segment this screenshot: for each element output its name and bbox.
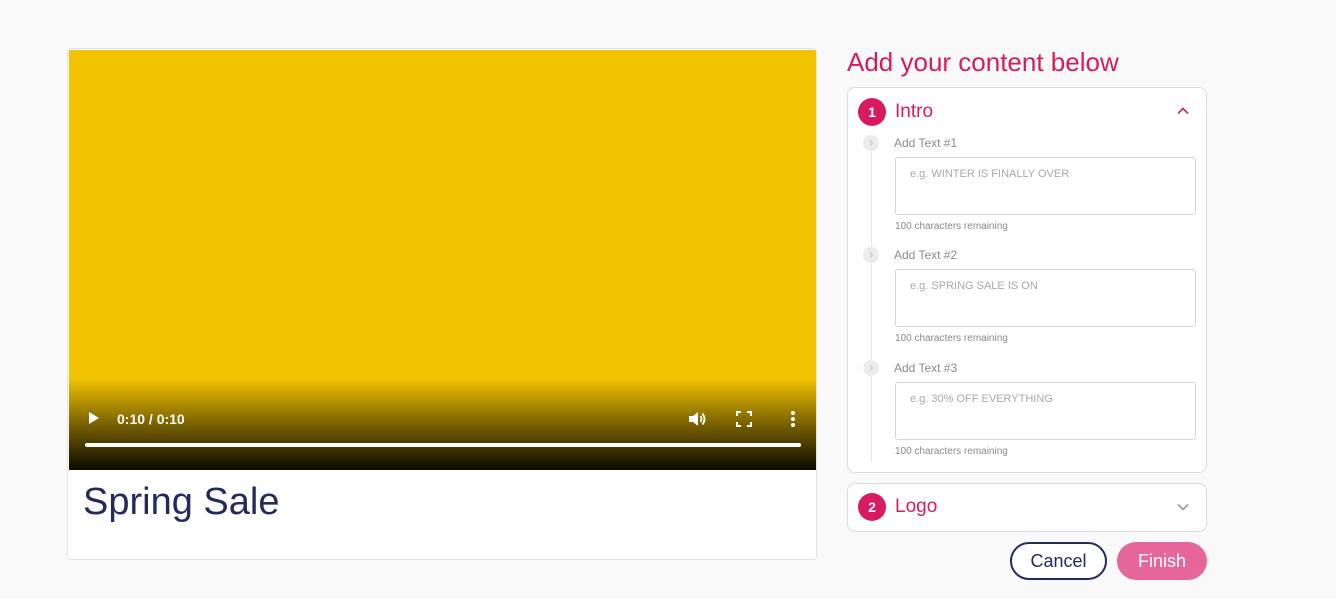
section-logo: 2 Logo — [847, 483, 1207, 532]
more-options-icon[interactable] — [785, 409, 801, 429]
preview-title: Spring Sale — [83, 481, 280, 523]
characters-remaining: 100 characters remaining — [895, 446, 1008, 457]
volume-icon[interactable] — [687, 409, 707, 429]
step-number-badge: 1 — [858, 98, 886, 126]
fullscreen-icon[interactable] — [735, 410, 753, 428]
field-label: Add Text #1 — [894, 136, 958, 150]
characters-remaining: 100 characters remaining — [895, 333, 1008, 344]
characters-remaining: 100 characters remaining — [895, 221, 1008, 232]
text-2-input[interactable] — [895, 269, 1196, 327]
chevron-right-icon — [863, 247, 879, 263]
field-label: Add Text #2 — [894, 248, 958, 262]
intro-field-3: Add Text #3 100 characters remaining — [848, 360, 1206, 470]
play-icon[interactable] — [86, 408, 102, 428]
video-controls: 0:10 / 0:10 — [69, 378, 816, 470]
preview-card: 0:10 / 0:10 Spring Sale — [67, 48, 817, 560]
section-title: Intro — [895, 101, 934, 122]
finish-button[interactable]: Finish — [1117, 542, 1207, 580]
panel-heading: Add your content below — [847, 47, 1119, 77]
step-number-badge: 2 — [858, 493, 886, 521]
section-intro: 1 Intro Add Text #1 100 characters remai… — [847, 87, 1207, 473]
text-3-input[interactable] — [895, 382, 1196, 440]
video-progress-fill — [85, 443, 801, 447]
intro-field-1: Add Text #1 100 characters remaining — [848, 135, 1206, 245]
video-progress-bar[interactable] — [85, 443, 801, 447]
field-label: Add Text #3 — [894, 361, 958, 375]
video-player[interactable]: 0:10 / 0:10 — [69, 50, 816, 470]
text-1-input[interactable] — [895, 157, 1196, 215]
chevron-down-icon[interactable] — [1176, 500, 1190, 514]
section-intro-header[interactable]: 1 Intro — [848, 88, 1206, 134]
section-title: Logo — [895, 496, 938, 517]
intro-field-2: Add Text #2 100 characters remaining — [848, 247, 1206, 357]
chevron-up-icon[interactable] — [1176, 104, 1190, 118]
chevron-right-icon — [863, 360, 879, 376]
video-time: 0:10 / 0:10 — [117, 411, 185, 427]
chevron-right-icon — [863, 135, 879, 151]
section-logo-header[interactable]: 2 Logo — [848, 484, 1206, 530]
cancel-button[interactable]: Cancel — [1010, 542, 1107, 580]
